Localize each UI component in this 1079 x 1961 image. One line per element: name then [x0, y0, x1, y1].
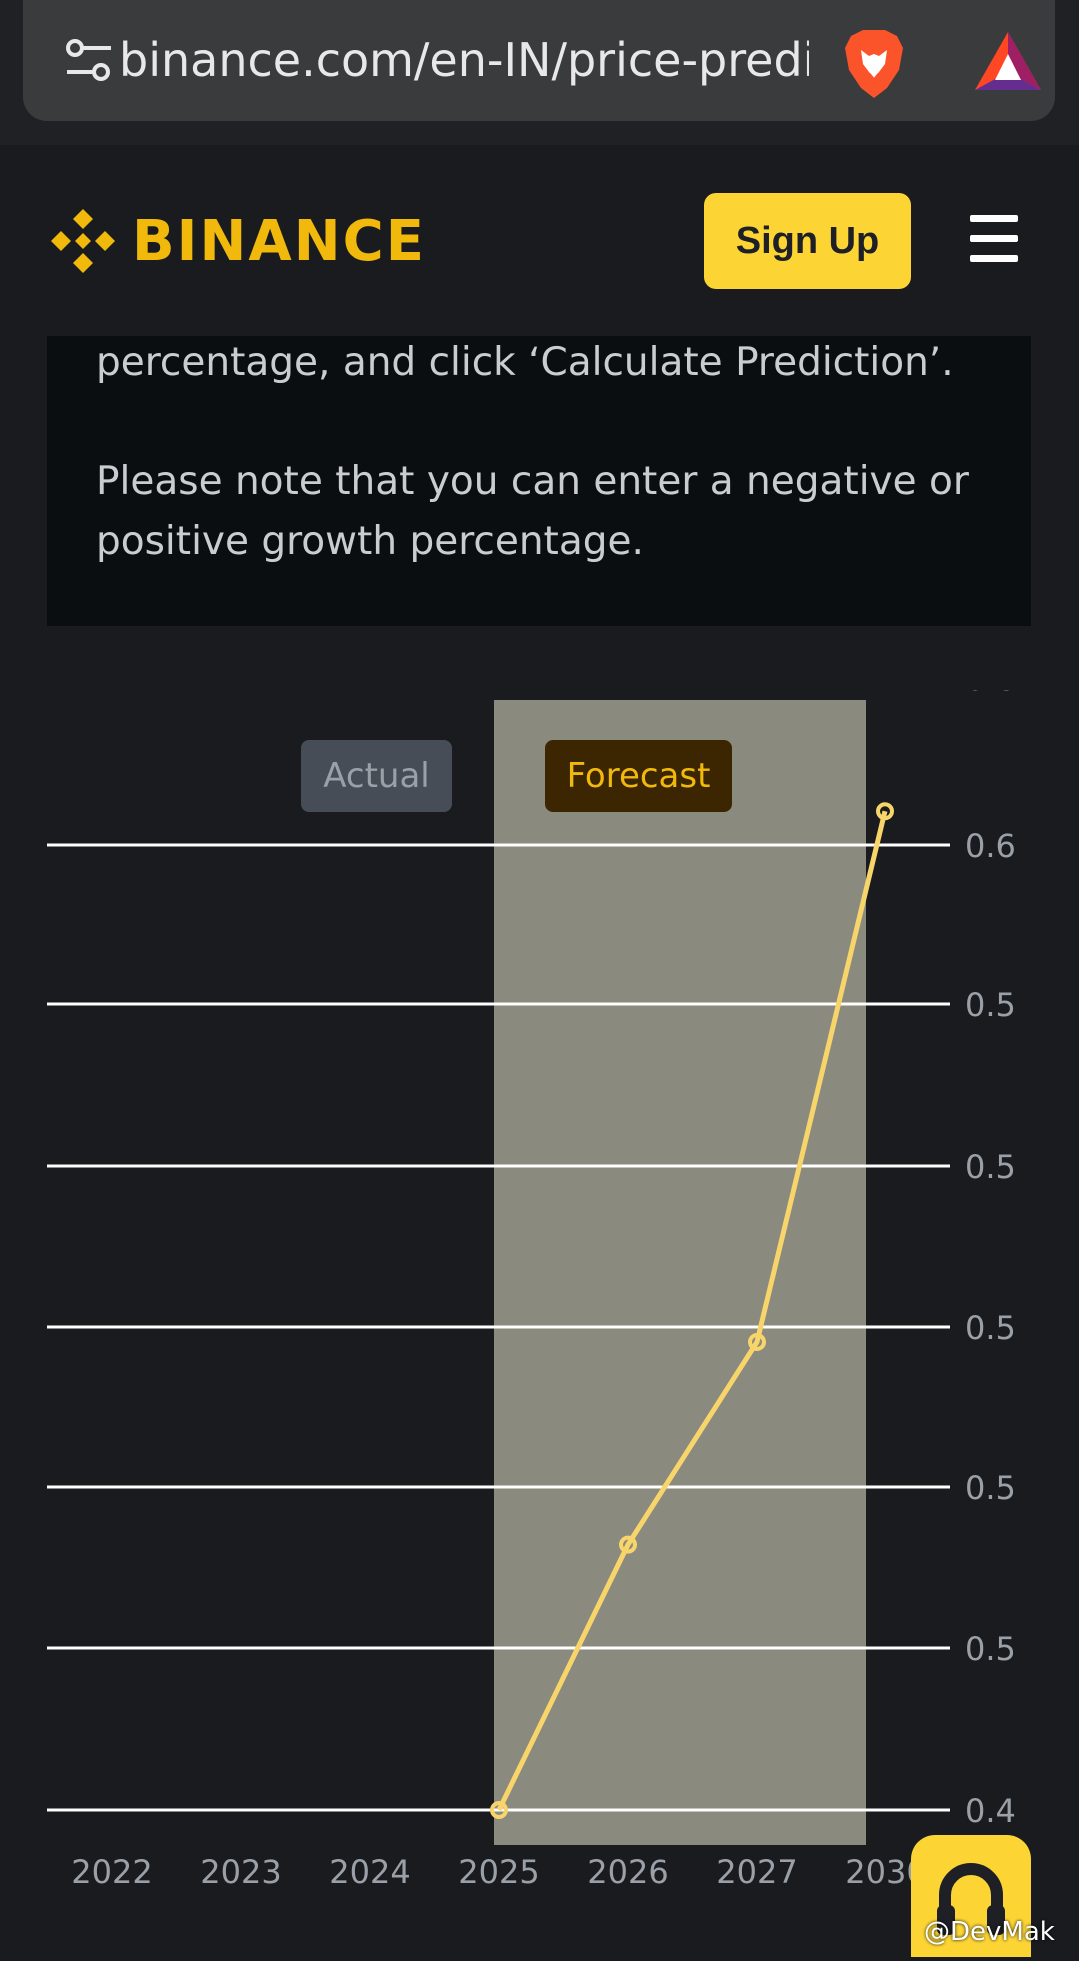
tune-icon[interactable] [65, 38, 113, 84]
prediction-info-box: percentage, and click ‘Calculate Predict… [47, 336, 1031, 626]
price-prediction-chart: 0.6 0.6 0.5 0.5 0.5 0.5 0.5 0.4 2022 2023 2024 2025… [0, 690, 1079, 1957]
x-tick-label: 2024 [329, 1853, 410, 1891]
info-text-line: Please note that you can enter a negativ… [96, 459, 969, 504]
browser-toolbar: binance.com/en-IN/price-predic [0, 0, 1079, 145]
forecast-band [494, 700, 866, 1845]
y-tick-label: 0.5 [965, 986, 1016, 1024]
y-tick-label: 0.5 [965, 1148, 1016, 1186]
legend-forecast-chip[interactable]: Forecast [545, 740, 732, 812]
x-tick-label: 2023 [200, 1853, 281, 1891]
legend-actual-chip[interactable]: Actual [301, 740, 452, 812]
y-tick-label: 0.5 [965, 1630, 1016, 1668]
brave-lion-icon[interactable] [841, 28, 907, 100]
hamburger-menu-icon[interactable] [970, 215, 1020, 265]
url-text[interactable]: binance.com/en-IN/price-predic [119, 28, 809, 92]
x-tick-label: 2026 [587, 1853, 668, 1891]
info-text-line: percentage, and click ‘Calculate Predict… [96, 340, 954, 385]
site-header: BINANCE Sign Up [0, 145, 1079, 335]
binance-logo-icon[interactable] [47, 205, 119, 277]
y-tick-label: 0.4 [965, 1792, 1016, 1830]
x-tick-label: 2027 [716, 1853, 797, 1891]
bat-triangle-icon[interactable] [973, 30, 1043, 92]
sign-up-button[interactable]: Sign Up [704, 193, 911, 289]
x-tick-label: 2022 [71, 1853, 152, 1891]
y-tick-label: 0.5 [965, 1309, 1016, 1347]
chart-canvas: 0.6 0.6 0.5 0.5 0.5 0.5 0.5 0.4 2022 2023 2024 2025… [47, 690, 1016, 1891]
info-text-line: positive growth percentage. [96, 519, 644, 564]
y-tick-label: 0.6 [965, 827, 1016, 865]
address-bar[interactable]: binance.com/en-IN/price-predic [23, 0, 1055, 121]
y-tick-label: 0.6 [965, 690, 1016, 698]
watermark-text: @DevMak [924, 1917, 1055, 1947]
logo-wordmark[interactable]: BINANCE [132, 207, 426, 277]
y-tick-label: 0.5 [965, 1469, 1016, 1507]
x-tick-label: 2025 [458, 1853, 539, 1891]
